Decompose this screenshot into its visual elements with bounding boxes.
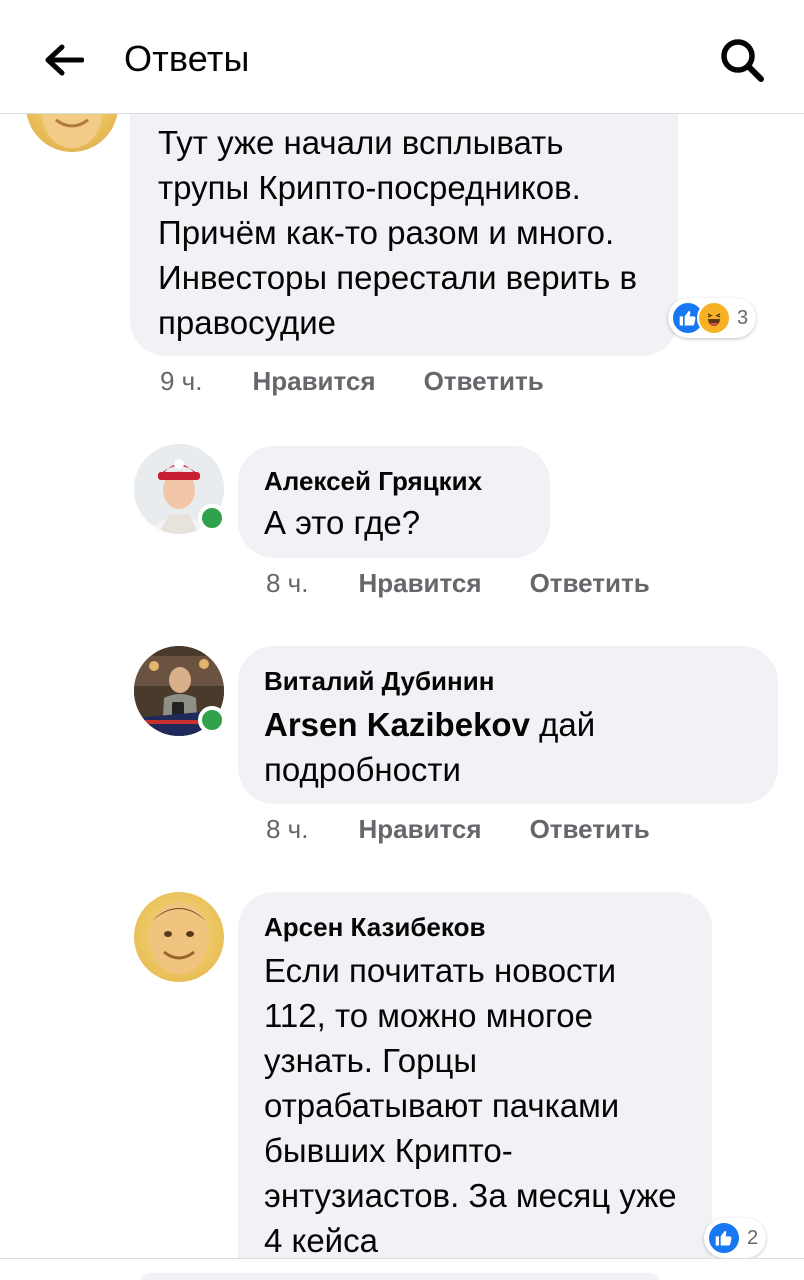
comment-bubble[interactable]: Тут уже начали всплывать трупы Крипто-по… bbox=[130, 80, 678, 356]
comment-meta: 9 ч. Нравится Ответить bbox=[160, 366, 592, 397]
like-button[interactable]: Нравится bbox=[358, 814, 481, 845]
like-button[interactable]: Нравится bbox=[358, 568, 481, 599]
online-status-dot bbox=[198, 504, 226, 532]
reaction-count: 2 bbox=[747, 1226, 759, 1249]
comment-time: 8 ч. bbox=[266, 814, 309, 844]
reply-button[interactable]: Ответить bbox=[424, 366, 544, 397]
reactions-summary[interactable]: 3 bbox=[668, 298, 757, 338]
back-button[interactable] bbox=[40, 36, 88, 84]
composer-bar bbox=[0, 1258, 804, 1280]
author-name[interactable]: Виталий Дубинин bbox=[264, 666, 494, 697]
page-title: Ответы bbox=[124, 38, 250, 79]
top-bar: Ответы bbox=[0, 0, 804, 114]
comment-time: 9 ч. bbox=[160, 366, 203, 396]
reply-button[interactable]: Ответить bbox=[530, 568, 650, 599]
reactions-summary[interactable]: 2 bbox=[704, 1218, 767, 1258]
author-name[interactable]: Арсен Казибеков bbox=[264, 912, 485, 943]
comment-text: Если почитать новости 112, то можно мног… bbox=[264, 952, 677, 1259]
arrow-left-icon bbox=[45, 44, 84, 76]
avatar-face-icon bbox=[149, 902, 209, 974]
author-name[interactable]: Алексей Гряцких bbox=[264, 466, 482, 497]
comment-time: 8 ч. bbox=[266, 568, 309, 598]
search-button[interactable] bbox=[714, 32, 770, 88]
comment-bubble[interactable]: Виталий Дубинин Arsen Kazibekov дай подр… bbox=[238, 646, 778, 804]
comment-text: А это где? bbox=[264, 504, 421, 541]
mention-link[interactable]: Arsen Kazibekov bbox=[264, 706, 530, 743]
comment-text: Тут уже начали всплывать трупы Крипто-по… bbox=[158, 124, 637, 341]
reply-input[interactable] bbox=[140, 1273, 660, 1280]
comment-meta: 8 ч. Нравится Ответить bbox=[266, 814, 698, 845]
comment-meta: 8 ч. Нравится Ответить bbox=[266, 568, 698, 599]
like-icon bbox=[707, 1221, 741, 1255]
reaction-count: 3 bbox=[737, 306, 749, 329]
reply-button[interactable]: Ответить bbox=[530, 814, 650, 845]
haha-icon bbox=[697, 301, 731, 335]
online-status-dot bbox=[198, 706, 226, 734]
comment-text: Arsen Kazibekov дай подробности bbox=[264, 702, 754, 792]
comment-bubble[interactable]: Алексей Гряцких А это где? bbox=[238, 446, 550, 558]
replies-feed[interactable]: Тут уже начали всплывать трупы Крипто-по… bbox=[0, 0, 804, 1280]
search-icon bbox=[721, 39, 764, 82]
avatar[interactable] bbox=[134, 892, 224, 982]
comment-bubble[interactable]: Арсен Казибеков Если почитать новости 11… bbox=[238, 892, 712, 1272]
like-button[interactable]: Нравится bbox=[252, 366, 375, 397]
